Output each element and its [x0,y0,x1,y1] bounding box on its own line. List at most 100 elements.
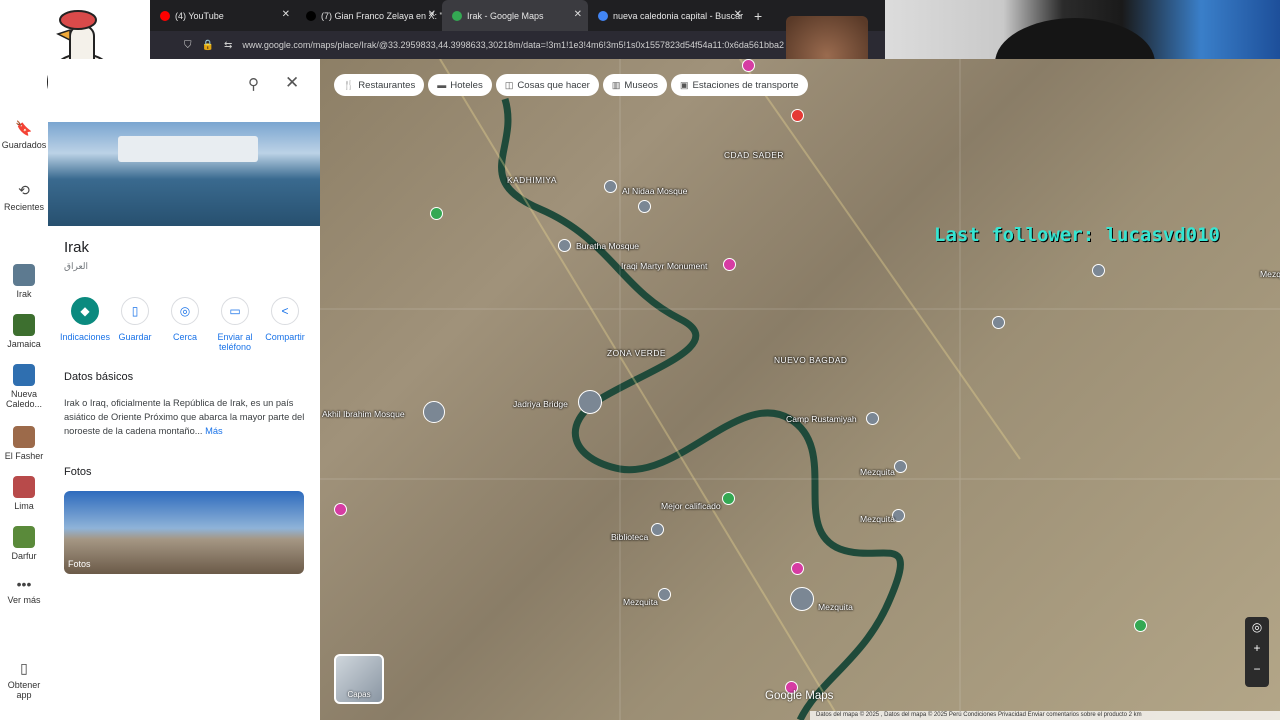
map-label: CDAD SADER [724,150,784,160]
tab-favicon-icon [306,10,316,21]
poi-marker[interactable] [558,239,571,252]
action-label: Compartir [265,332,305,342]
poi-marker[interactable] [638,200,651,213]
poi-marker[interactable] [723,258,736,271]
poi-photo-marker[interactable] [790,587,814,611]
action-icon: ◆ [71,297,99,325]
permissions-icon[interactable]: ⇆ [224,40,232,51]
photos-label: Fotos [68,559,91,569]
category-chip[interactable]: 🍴 Restaurantes [334,74,425,96]
category-chips: 🍴 Restaurantes ▬ Hoteles ◫ Cosas que hacer ▥ Mu… [334,74,812,96]
map-attribution[interactable]: Datos del mapa © 2025 , Datos del mapa ©… [810,711,1280,720]
map-label: Mezquita [1260,269,1280,279]
poi-marker[interactable] [430,207,443,220]
zoom-out-button[interactable]: − [1245,659,1269,680]
rail-item[interactable]: ⟲ Recientes [0,182,48,212]
lock-icon: 🔒 [201,39,214,51]
rail-item[interactable]: Jamaica [0,314,48,349]
poi-marker[interactable] [651,523,664,536]
rail-item[interactable]: Darfur [0,526,48,561]
last-follower-overlay: Last follower: lucasvd010 [934,224,1220,246]
chip-icon: ▥ [611,79,621,90]
more-link[interactable]: Más [205,426,223,436]
map-label: NUEVO BAGDAD [774,355,848,365]
chip-label: Museos [624,79,658,91]
action-label: Enviar al teléfono [217,332,253,352]
rail-item[interactable]: El Fasher [0,426,48,461]
category-chip[interactable]: ▣ Estaciones de transporte [670,74,808,96]
poi-marker[interactable] [791,562,804,575]
place-actions: ◆ Indicaciones ▯ Guardar ◎ Cerca ▭ Enviar al te… [60,297,310,352]
rail-item[interactable]: 🔖 Guardados [0,120,48,150]
poi-marker[interactable] [791,109,804,122]
place-action-button[interactable]: ◎ Cerca [160,297,210,352]
poi-photo-marker[interactable] [423,401,445,423]
browser-tab[interactable]: (7) Gian Franco Zelaya en X: " ✕ [296,0,442,31]
rail-icon: ••• [16,576,32,592]
boat-shape [118,136,258,162]
search-icon[interactable]: ⚲ [248,75,259,93]
poi-marker[interactable] [894,460,907,473]
poi-marker[interactable] [722,492,735,505]
category-chip[interactable]: ▥ Museos [602,74,667,96]
recent-place-thumbnail [13,314,35,336]
chip-icon: 🍴 [343,79,355,90]
basics-heading: Datos básicos [64,371,134,383]
poi-marker[interactable] [1092,264,1105,277]
rail-icon: ⟲ [18,182,30,198]
category-chip[interactable]: ▬ Hoteles [428,74,492,96]
tab-close-icon[interactable]: ✕ [574,9,582,20]
rail-item[interactable]: Lima [0,476,48,511]
poi-marker[interactable] [604,180,617,193]
place-action-button[interactable]: ▯ Guardar [110,297,160,352]
url-text[interactable]: www.google.com/maps/place/Irak/@33.29598… [242,40,784,50]
map-label: Akhil Ibrahim Mosque [322,409,405,419]
rail-item[interactable]: ▯ Obtener app [0,660,48,700]
rail-item-label: Darfur [11,551,37,561]
tab-close-icon[interactable]: ✕ [282,9,290,20]
close-icon[interactable]: ✕ [285,73,299,93]
place-action-button[interactable]: < Compartir [260,297,310,352]
photos-thumbnail[interactable]: Fotos [64,491,304,574]
poi-marker[interactable] [1134,619,1147,632]
layers-button[interactable]: Capas [334,654,384,704]
tab-close-icon[interactable]: ✕ [734,9,742,20]
zoom-in-button[interactable]: + [1245,638,1269,659]
my-location-icon[interactable]: ◎ [1245,617,1269,638]
map-label: Al Nidaa Mosque [622,186,688,196]
poi-marker[interactable] [742,59,755,72]
category-chip[interactable]: ◫ Cosas que hacer [495,74,599,96]
poi-photo-marker[interactable] [578,390,602,414]
layers-label: Capas [347,690,371,699]
address-bar[interactable]: ⛉ 🔒 ⇆ www.google.com/maps/place/Irak/@33… [150,31,885,59]
map-label: Mezquita [860,514,895,524]
new-tab-button[interactable]: + [754,8,762,24]
action-icon: ◎ [171,297,199,325]
photos-heading: Fotos [64,466,92,478]
search-box[interactable]: ⚲ ✕ [150,67,320,101]
browser-tab[interactable]: Irak - Google Maps ✕ [442,0,588,31]
rail-item[interactable]: Irak [0,264,48,299]
place-action-button[interactable]: ◆ Indicaciones [60,297,110,352]
rail-item[interactable]: ••• Ver más [0,576,48,605]
poi-marker[interactable] [866,412,879,425]
chip-label: Restaurantes [358,79,416,91]
recent-place-thumbnail [13,526,35,548]
map-controls: ◎ + − [1245,617,1269,687]
screen: { "browser": { "tabs": [ {"label": "(4) … [0,0,1280,720]
satellite-map[interactable]: 🍴 Restaurantes ▬ Hoteles ◫ Cosas que hacer ▥ Mu… [320,59,1280,720]
action-label: Guardar [118,332,152,342]
rail-item[interactable]: Nueva Caledo... [0,364,48,409]
tab-close-icon[interactable]: ✕ [428,9,436,20]
poi-marker[interactable] [992,316,1005,329]
poi-marker[interactable] [334,503,347,516]
poi-marker[interactable] [658,588,671,601]
tab-favicon-icon [452,10,462,21]
browser-tab[interactable]: (4) YouTube ✕ [150,0,296,31]
browser-tab[interactable]: nueva caledonia capital - Buscar ✕ [588,0,748,31]
place-title: Irak [64,239,90,256]
place-action-button[interactable]: ▭ Enviar al teléfono [210,297,260,352]
action-label: Cerca [172,332,197,342]
chip-icon: ▣ [679,79,689,90]
place-hero-photo[interactable] [48,122,320,226]
